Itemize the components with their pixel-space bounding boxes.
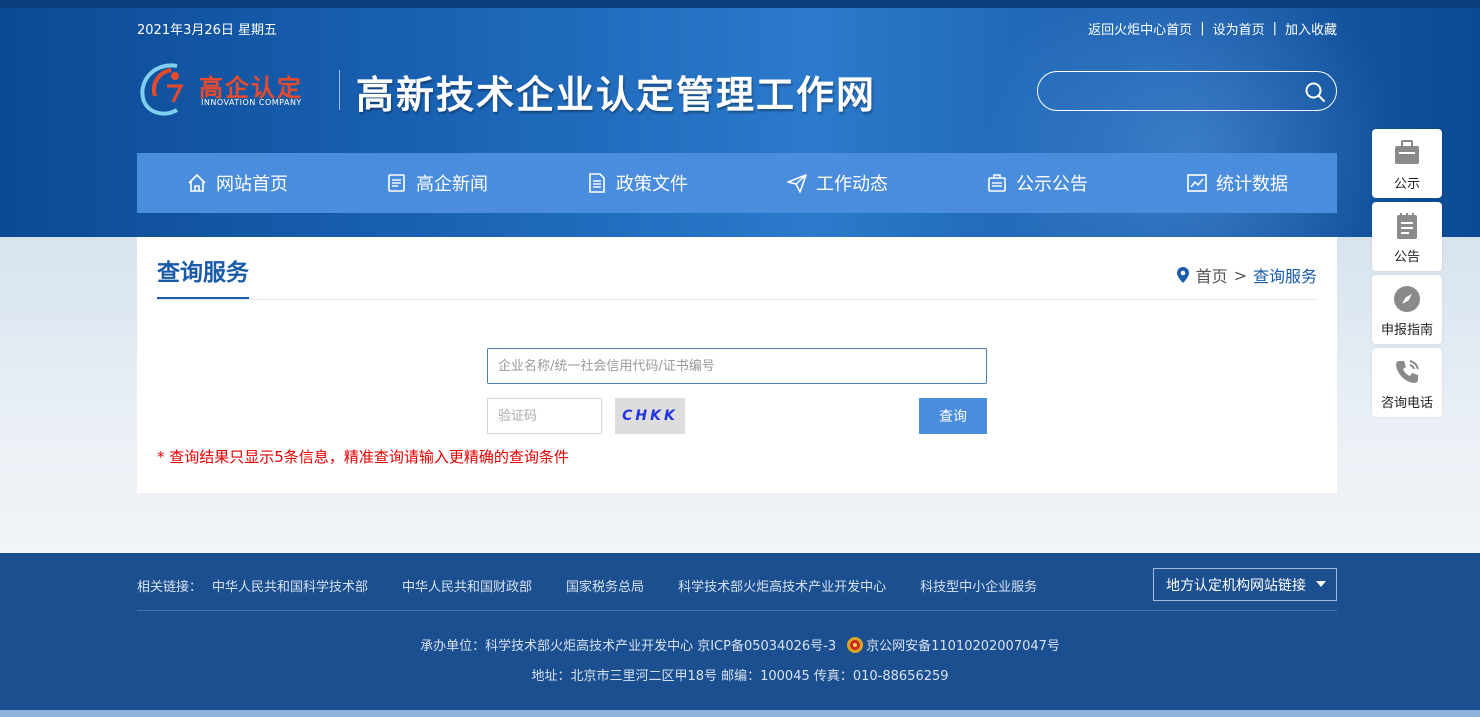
footer-organizer: 承办单位：科学技术部火炬高技术产业开发中心 京ICP备05034026号-3 京… bbox=[0, 635, 1480, 654]
related-links: 相关链接： 中华人民共和国科学技术部 中华人民共和国财政部 国家税务总局 科学技… bbox=[137, 575, 1071, 595]
breadcrumb: 首页 > 查询服务 bbox=[1176, 263, 1317, 287]
nav-label: 政策文件 bbox=[616, 174, 688, 195]
phone-icon bbox=[1396, 360, 1419, 383]
add-favorite-link[interactable]: 加入收藏 bbox=[1285, 19, 1337, 38]
local-agency-select-value: 地方认定机构网站链接 bbox=[1166, 577, 1306, 594]
location-pin-icon bbox=[1176, 267, 1189, 283]
nav-item-work[interactable]: 工作动态 bbox=[737, 153, 937, 213]
footer-address: 地址：北京市三里河二区甲18号 邮编：100045 传真：010-8865625… bbox=[531, 669, 949, 684]
footer-divider bbox=[137, 610, 1337, 611]
back-to-torch-home-link[interactable]: 返回火炬中心首页 bbox=[1088, 19, 1192, 38]
nav-label: 网站首页 bbox=[216, 174, 288, 195]
logo-emblem-icon bbox=[140, 63, 184, 116]
local-agency-select[interactable]: 地方认定机构网站链接 bbox=[1153, 568, 1337, 601]
nav-label: 公示公告 bbox=[1016, 174, 1088, 195]
side-item-hotline[interactable]: 咨询电话 bbox=[1372, 348, 1442, 417]
footer: 相关链接： 中华人民共和国科学技术部 中华人民共和国财政部 国家税务总局 科学技… bbox=[0, 553, 1480, 710]
breadcrumb-home[interactable]: 首页 bbox=[1196, 263, 1228, 287]
site-search bbox=[1037, 71, 1337, 111]
related-links-label: 相关链接： bbox=[137, 579, 203, 595]
breadcrumb-separator: > bbox=[1233, 265, 1247, 285]
side-item-label: 咨询电话 bbox=[1380, 396, 1433, 411]
side-item-label: 申报指南 bbox=[1380, 323, 1433, 338]
link-most[interactable]: 中华人民共和国科学技术部 bbox=[212, 576, 368, 595]
link-torch-center[interactable]: 科学技术部火炬高技术产业开发中心 bbox=[678, 576, 886, 595]
notepad-icon bbox=[1397, 213, 1417, 239]
chart-icon bbox=[1187, 174, 1207, 192]
captcha-input[interactable] bbox=[487, 398, 602, 434]
title-divider bbox=[157, 299, 1317, 300]
floating-side-panel: 公示 公告 申报指南 咨询电话 bbox=[1372, 129, 1442, 421]
logo-en-text: INNOVATION COMPANY bbox=[201, 98, 302, 107]
home-icon bbox=[188, 173, 206, 192]
top-link-separator: | bbox=[1200, 20, 1205, 36]
document-icon bbox=[589, 173, 605, 193]
nav-item-policy[interactable]: 政策文件 bbox=[537, 153, 737, 213]
captcha-image[interactable]: CHKK bbox=[615, 398, 685, 434]
footer-bottom-strip bbox=[0, 710, 1480, 717]
query-card: 查询服务 首页 > 查询服务 CHKK 查询 * 查询结果只显示5条信息，精准查… bbox=[137, 237, 1337, 493]
side-item-announcement[interactable]: 公告 bbox=[1372, 202, 1442, 271]
side-item-label: 公示 bbox=[1393, 177, 1420, 192]
nav-item-notice[interactable]: 公示公告 bbox=[937, 153, 1137, 213]
nav-label: 高企新闻 bbox=[416, 174, 488, 195]
top-bar: 2021年3月26日 星期五 返回火炬中心首页 | 设为首页 | 加入收藏 bbox=[137, 18, 1337, 38]
nav-item-statistics[interactable]: 统计数据 bbox=[1137, 153, 1337, 213]
company-query-input[interactable] bbox=[487, 348, 987, 384]
side-item-label: 公告 bbox=[1393, 250, 1420, 265]
link-sme-service[interactable]: 科技型中小企业服务 bbox=[920, 576, 1037, 595]
notice-icon bbox=[988, 174, 1006, 192]
search-input[interactable] bbox=[1054, 80, 1294, 104]
site-title: 高新技术企业认定管理工作网 bbox=[356, 72, 877, 117]
briefcase-icon bbox=[1395, 140, 1419, 164]
link-tax[interactable]: 国家税务总局 bbox=[566, 576, 644, 595]
news-icon bbox=[388, 174, 405, 192]
compass-icon bbox=[1394, 286, 1420, 312]
police-badge-icon bbox=[847, 636, 864, 653]
link-mof[interactable]: 中华人民共和国财政部 bbox=[402, 576, 532, 595]
side-item-publicity[interactable]: 公示 bbox=[1372, 129, 1442, 198]
breadcrumb-current[interactable]: 查询服务 bbox=[1253, 263, 1317, 287]
page-title: 查询服务 bbox=[157, 257, 249, 300]
nav-item-news[interactable]: 高企新闻 bbox=[337, 153, 537, 213]
top-links: 返回火炬中心首页 | 设为首页 | 加入收藏 bbox=[1088, 19, 1337, 38]
nav-item-home[interactable]: 网站首页 bbox=[137, 153, 337, 213]
caret-down-icon bbox=[1316, 581, 1326, 587]
main-nav: 网站首页 高企新闻 政策文件 工作动态 公示公告 统计数据 bbox=[137, 153, 1337, 213]
set-homepage-link[interactable]: 设为首页 bbox=[1213, 19, 1265, 38]
police-record-text[interactable]: 京公网安备11010202007047号 bbox=[866, 635, 1060, 654]
organizer-icp-text: 承办单位：科学技术部火炬高技术产业开发中心 京ICP备05034026号-3 bbox=[420, 639, 837, 654]
site-logo[interactable]: 高企认定 INNOVATION COMPANY bbox=[137, 58, 327, 120]
query-button[interactable]: 查询 bbox=[919, 398, 987, 434]
send-icon bbox=[787, 174, 807, 193]
query-notice: * 查询结果只显示5条信息，精准查询请输入更精确的查询条件 bbox=[157, 448, 569, 466]
current-date: 2021年3月26日 星期五 bbox=[137, 22, 278, 38]
logo-divider bbox=[339, 70, 340, 110]
search-icon[interactable] bbox=[1304, 81, 1326, 103]
top-link-separator: | bbox=[1272, 20, 1277, 36]
side-item-guide[interactable]: 申报指南 bbox=[1372, 275, 1442, 344]
nav-label: 统计数据 bbox=[1216, 174, 1288, 195]
nav-label: 工作动态 bbox=[816, 174, 888, 195]
